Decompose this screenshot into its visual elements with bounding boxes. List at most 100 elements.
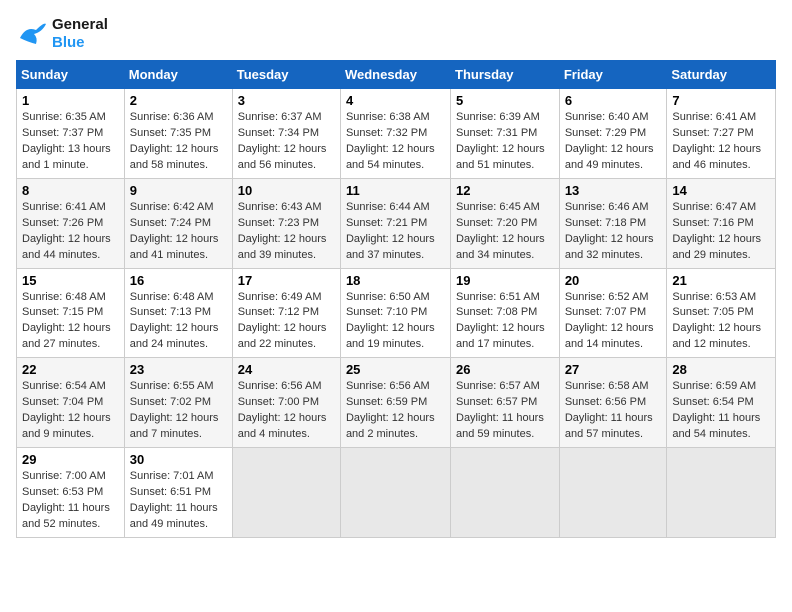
day-number: 15 [22,273,119,288]
calendar-cell: 5 Sunrise: 6:39 AM Sunset: 7:31 PM Dayli… [451,89,560,179]
sunrise-label: Sunrise: 6:53 AM [672,291,756,303]
day-info: Sunrise: 6:36 AM Sunset: 7:35 PM Dayligh… [130,110,227,174]
calendar-cell: 23 Sunrise: 6:55 AM Sunset: 7:02 PM Dayl… [124,358,232,448]
calendar-cell: 25 Sunrise: 6:56 AM Sunset: 6:59 PM Dayl… [340,358,450,448]
sunrise-label: Sunrise: 6:48 AM [22,291,106,303]
day-number: 2 [130,93,227,108]
calendar-cell: 22 Sunrise: 6:54 AM Sunset: 7:04 PM Dayl… [17,358,125,448]
daylight-label: Daylight: 12 hours and 12 minutes. [672,322,761,350]
daylight-label: Daylight: 12 hours and 22 minutes. [238,322,327,350]
daylight-label: Daylight: 12 hours and 27 minutes. [22,322,111,350]
sunset-label: Sunset: 7:27 PM [672,127,753,139]
sunset-label: Sunset: 6:54 PM [672,396,753,408]
calendar-cell: 2 Sunrise: 6:36 AM Sunset: 7:35 PM Dayli… [124,89,232,179]
calendar-week-row: 8 Sunrise: 6:41 AM Sunset: 7:26 PM Dayli… [17,178,776,268]
day-info: Sunrise: 6:56 AM Sunset: 7:00 PM Dayligh… [238,379,335,443]
calendar-cell [667,448,776,538]
sunrise-label: Sunrise: 6:48 AM [130,291,214,303]
daylight-label: Daylight: 12 hours and 29 minutes. [672,233,761,261]
day-info: Sunrise: 6:49 AM Sunset: 7:12 PM Dayligh… [238,290,335,354]
daylight-label: Daylight: 12 hours and 34 minutes. [456,233,545,261]
day-info: Sunrise: 6:52 AM Sunset: 7:07 PM Dayligh… [565,290,662,354]
calendar-cell: 1 Sunrise: 6:35 AM Sunset: 7:37 PM Dayli… [17,89,125,179]
daylight-label: Daylight: 11 hours and 54 minutes. [672,412,760,440]
col-header-sunday: Sunday [17,61,125,89]
sunset-label: Sunset: 7:26 PM [22,217,103,229]
calendar-cell: 8 Sunrise: 6:41 AM Sunset: 7:26 PM Dayli… [17,178,125,268]
day-number: 30 [130,452,227,467]
sunset-label: Sunset: 7:13 PM [130,306,211,318]
daylight-label: Daylight: 11 hours and 49 minutes. [130,502,218,530]
sunrise-label: Sunrise: 6:43 AM [238,201,322,213]
sunrise-label: Sunrise: 6:39 AM [456,111,540,123]
sunset-label: Sunset: 7:04 PM [22,396,103,408]
day-info: Sunrise: 6:51 AM Sunset: 7:08 PM Dayligh… [456,290,554,354]
daylight-label: Daylight: 12 hours and 56 minutes. [238,143,327,171]
calendar-cell [451,448,560,538]
sunset-label: Sunset: 7:16 PM [672,217,753,229]
daylight-label: Daylight: 11 hours and 59 minutes. [456,412,544,440]
day-info: Sunrise: 6:42 AM Sunset: 7:24 PM Dayligh… [130,200,227,264]
calendar-cell: 14 Sunrise: 6:47 AM Sunset: 7:16 PM Dayl… [667,178,776,268]
day-info: Sunrise: 6:59 AM Sunset: 6:54 PM Dayligh… [672,379,770,443]
sunrise-label: Sunrise: 6:35 AM [22,111,106,123]
day-number: 8 [22,183,119,198]
day-info: Sunrise: 6:53 AM Sunset: 7:05 PM Dayligh… [672,290,770,354]
calendar-cell: 18 Sunrise: 6:50 AM Sunset: 7:10 PM Dayl… [340,268,450,358]
sunrise-label: Sunrise: 6:44 AM [346,201,430,213]
calendar-cell: 20 Sunrise: 6:52 AM Sunset: 7:07 PM Dayl… [559,268,667,358]
day-number: 1 [22,93,119,108]
calendar-cell: 12 Sunrise: 6:45 AM Sunset: 7:20 PM Dayl… [451,178,560,268]
sunset-label: Sunset: 6:59 PM [346,396,427,408]
day-info: Sunrise: 6:50 AM Sunset: 7:10 PM Dayligh… [346,290,445,354]
logo-bird-icon [16,18,48,50]
sunset-label: Sunset: 7:37 PM [22,127,103,139]
col-header-friday: Friday [559,61,667,89]
day-number: 23 [130,362,227,377]
header: General Blue [16,16,776,52]
col-header-tuesday: Tuesday [232,61,340,89]
calendar-cell: 6 Sunrise: 6:40 AM Sunset: 7:29 PM Dayli… [559,89,667,179]
day-info: Sunrise: 6:35 AM Sunset: 7:37 PM Dayligh… [22,110,119,174]
day-number: 7 [672,93,770,108]
calendar-cell: 29 Sunrise: 7:00 AM Sunset: 6:53 PM Dayl… [17,448,125,538]
day-number: 24 [238,362,335,377]
col-header-monday: Monday [124,61,232,89]
daylight-label: Daylight: 12 hours and 24 minutes. [130,322,219,350]
day-number: 22 [22,362,119,377]
daylight-label: Daylight: 12 hours and 51 minutes. [456,143,545,171]
calendar-cell: 26 Sunrise: 6:57 AM Sunset: 6:57 PM Dayl… [451,358,560,448]
sunrise-label: Sunrise: 6:56 AM [238,380,322,392]
sunset-label: Sunset: 7:12 PM [238,306,319,318]
day-number: 6 [565,93,662,108]
sunset-label: Sunset: 7:00 PM [238,396,319,408]
calendar-cell: 30 Sunrise: 7:01 AM Sunset: 6:51 PM Dayl… [124,448,232,538]
day-number: 16 [130,273,227,288]
calendar-cell: 24 Sunrise: 6:56 AM Sunset: 7:00 PM Dayl… [232,358,340,448]
calendar-week-row: 1 Sunrise: 6:35 AM Sunset: 7:37 PM Dayli… [17,89,776,179]
day-number: 10 [238,183,335,198]
sunrise-label: Sunrise: 6:40 AM [565,111,649,123]
day-info: Sunrise: 6:44 AM Sunset: 7:21 PM Dayligh… [346,200,445,264]
sunrise-label: Sunrise: 6:58 AM [565,380,649,392]
daylight-label: Daylight: 12 hours and 44 minutes. [22,233,111,261]
col-header-thursday: Thursday [451,61,560,89]
day-number: 18 [346,273,445,288]
sunset-label: Sunset: 7:08 PM [456,306,537,318]
daylight-label: Daylight: 12 hours and 58 minutes. [130,143,219,171]
day-info: Sunrise: 6:54 AM Sunset: 7:04 PM Dayligh… [22,379,119,443]
day-info: Sunrise: 6:48 AM Sunset: 7:15 PM Dayligh… [22,290,119,354]
sunrise-label: Sunrise: 7:00 AM [22,470,106,482]
day-number: 21 [672,273,770,288]
day-number: 4 [346,93,445,108]
sunset-label: Sunset: 7:34 PM [238,127,319,139]
sunset-label: Sunset: 7:31 PM [456,127,537,139]
day-info: Sunrise: 6:45 AM Sunset: 7:20 PM Dayligh… [456,200,554,264]
sunset-label: Sunset: 7:18 PM [565,217,646,229]
sunrise-label: Sunrise: 6:52 AM [565,291,649,303]
sunset-label: Sunset: 7:24 PM [130,217,211,229]
calendar-cell: 4 Sunrise: 6:38 AM Sunset: 7:32 PM Dayli… [340,89,450,179]
sunset-label: Sunset: 7:21 PM [346,217,427,229]
calendar-header-row: SundayMondayTuesdayWednesdayThursdayFrid… [17,61,776,89]
daylight-label: Daylight: 12 hours and 46 minutes. [672,143,761,171]
